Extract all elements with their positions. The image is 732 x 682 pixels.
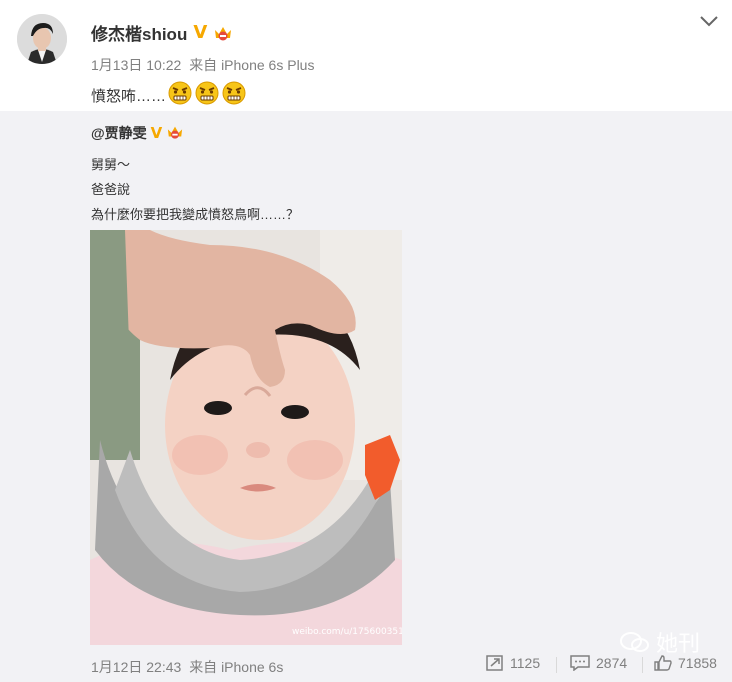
repost-meta: 1月12日 22:43 来自 iPhone 6s: [91, 657, 283, 677]
post-meta: 1月13日 10:22 来自 iPhone 6s Plus: [91, 55, 314, 75]
chevron-down-icon[interactable]: [698, 12, 720, 30]
repost-author: @贾静雯 V: [91, 123, 186, 143]
repost-source[interactable]: 来自 iPhone 6s: [189, 659, 283, 675]
repost-text-line: 爸爸說: [91, 182, 131, 197]
emoji-row: [166, 80, 247, 110]
watermark-logo: 她刊: [620, 626, 700, 658]
divider: [642, 657, 643, 673]
post-text: 憤怒咘……: [91, 87, 167, 105]
vip-crown-icon[interactable]: [213, 24, 233, 42]
photo-watermark: weibo.com/u/1756003513: [292, 627, 402, 637]
photo-illustration: [90, 230, 402, 645]
watermark-logo-text: 她刊: [656, 632, 701, 657]
thumbs-up-icon: [654, 655, 672, 671]
angry-face-emoji-icon: [167, 80, 193, 106]
angry-face-emoji-icon: [221, 80, 247, 106]
repost-text-line: 舅舅～: [91, 157, 131, 172]
comment-count-button[interactable]: 2874: [570, 655, 627, 671]
repost-date[interactable]: 1月12日 22:43: [91, 659, 181, 675]
avatar-image: [17, 14, 67, 64]
share-icon: [486, 655, 503, 671]
like-count: 71858: [678, 655, 717, 671]
post-body: 憤怒咘……: [91, 80, 247, 110]
wechat-icon: [620, 632, 649, 652]
post-author: 修杰楷shiou V: [91, 20, 233, 45]
like-count-button[interactable]: 71858: [654, 655, 717, 671]
verified-v-icon[interactable]: V: [193, 23, 207, 42]
vip-crown-icon[interactable]: [166, 124, 186, 142]
comment-count: 2874: [596, 655, 628, 671]
author-name[interactable]: 修杰楷shiou: [91, 20, 187, 45]
reposted-content: @贾静雯 V 舅舅～ 爸爸說 為什麼你要把我變成憤怒鳥啊……？ weibo.co…: [0, 111, 732, 682]
angry-face-emoji-icon: [194, 80, 220, 106]
divider: [556, 657, 557, 673]
weibo-post: 修杰楷shiou V 1月13日 10:22 来自 iPhone 6s Plus…: [0, 0, 732, 682]
repost-count-button[interactable]: 1125: [486, 655, 540, 671]
post-date[interactable]: 1月13日 10:22: [91, 57, 181, 73]
baby-photo[interactable]: weibo.com/u/1756003513: [90, 230, 402, 645]
avatar[interactable]: [17, 14, 67, 64]
comment-icon: [570, 655, 590, 671]
repost-author-name[interactable]: @贾静雯: [91, 123, 147, 143]
verified-v-icon[interactable]: V: [151, 125, 163, 141]
repost-count: 1125: [510, 655, 541, 671]
post-source[interactable]: 来自 iPhone 6s Plus: [189, 57, 314, 73]
repost-text-line: 為什麼你要把我變成憤怒鳥啊……？: [91, 207, 300, 222]
